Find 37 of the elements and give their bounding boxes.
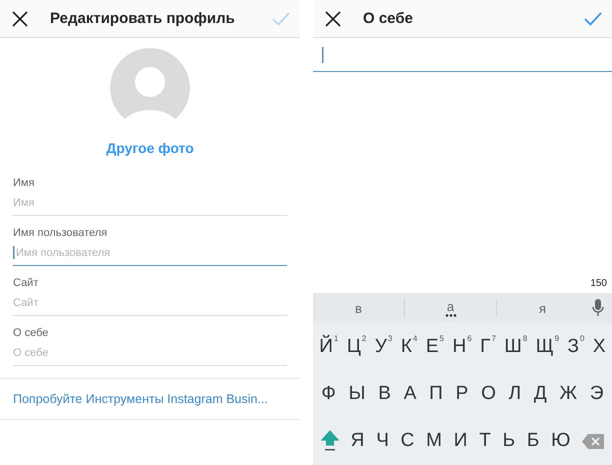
keyboard-key[interactable]: С <box>400 429 414 454</box>
field-label: Имя <box>13 177 36 189</box>
shift-key[interactable] <box>320 430 339 452</box>
keyboard-key[interactable]: Ж <box>560 382 578 406</box>
suggestion-chip[interactable]: а <box>405 299 496 317</box>
keyboard-key[interactable]: Ь <box>502 429 516 454</box>
keyboard-key[interactable]: Р <box>456 382 468 406</box>
keyboard-key[interactable]: Ч <box>376 429 389 454</box>
screen-title: О себе <box>363 10 413 27</box>
keyboard-key[interactable]: Б <box>526 429 540 454</box>
check-icon[interactable] <box>584 12 602 26</box>
keyboard-key[interactable]: Ы <box>348 382 366 406</box>
business-tools-link[interactable]: Попробуйте Инструменты Instagram Busin... <box>13 392 268 406</box>
keyboard-key[interactable]: Т <box>479 429 491 454</box>
close-icon[interactable] <box>12 10 28 26</box>
keyboard-key[interactable]: Д <box>534 382 547 406</box>
suggestion-chip[interactable]: в <box>313 300 404 316</box>
keyboard-key[interactable]: Ю <box>551 429 570 454</box>
keyboard-key[interactable]: А <box>404 382 416 406</box>
screen-title: Редактировать профиль <box>50 10 235 27</box>
keyboard-key[interactable]: И <box>454 429 468 454</box>
avatar-icon <box>110 48 190 128</box>
character-counter: 150 <box>590 278 607 289</box>
keyboard-key[interactable]: Я <box>350 429 364 454</box>
keyboard-key[interactable]: Х <box>592 334 606 359</box>
field-label: Сайт <box>13 277 40 289</box>
field-label: Имя пользователя <box>13 227 108 239</box>
suggestion-chip[interactable]: я <box>497 300 588 316</box>
field-label: О себе <box>13 327 50 339</box>
keyboard-key[interactable]: О <box>481 382 496 406</box>
keyboard-key[interactable]: Ф <box>321 382 336 406</box>
keyboard-key[interactable]: Э <box>590 382 604 406</box>
keyboard-key[interactable]: В <box>378 382 391 406</box>
close-icon[interactable] <box>325 10 341 26</box>
keyboard-key[interactable]: М <box>426 429 442 454</box>
keyboard-key[interactable]: Л <box>508 382 522 406</box>
keyboard-key[interactable]: П <box>429 382 443 406</box>
